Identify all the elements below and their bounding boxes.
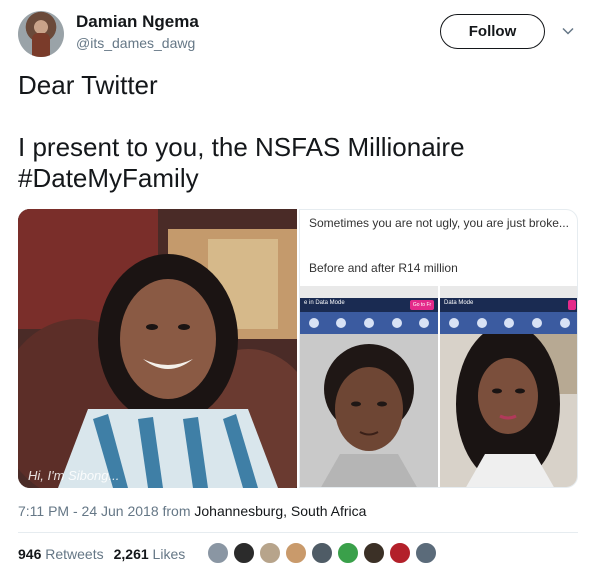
tweet-text: Dear Twitter I present to you, the NSFAS… xyxy=(18,70,578,194)
media-image-left[interactable] xyxy=(18,209,297,488)
user-handle[interactable]: @its_dames_dawg xyxy=(76,35,195,51)
woman-portrait-image xyxy=(18,209,297,488)
tweet-location[interactable]: Johannesburg, South Africa xyxy=(194,503,366,519)
before-face-image xyxy=(300,334,438,487)
tweet-text-line-1: Dear Twitter xyxy=(18,70,158,100)
tweet-text-line-2: I present to you, the NSFAS Millionaire … xyxy=(18,132,465,193)
chevron-down-icon[interactable] xyxy=(561,24,575,38)
tweet-stats: 946 Retweets 2,261 Likes xyxy=(18,546,185,562)
avatar[interactable] xyxy=(18,11,64,57)
avatar[interactable] xyxy=(363,542,385,564)
data-mode-label-2: Data Mode xyxy=(444,300,474,306)
tweet-time[interactable]: 7:11 PM - 24 Jun 2018 xyxy=(18,503,159,519)
avatar[interactable] xyxy=(233,542,255,564)
data-mode-label: e in Data Mode xyxy=(304,300,345,306)
display-name[interactable]: Damian Ngema xyxy=(76,12,199,32)
after-screenshot: Data Mode xyxy=(440,286,577,487)
media-image-right[interactable]: Sometimes you are not ugly, you are just… xyxy=(299,209,578,488)
before-screenshot: e in Data Mode Go to Fr xyxy=(300,286,438,487)
likes-stat[interactable]: 2,261 Likes xyxy=(114,546,186,562)
caption-top: Sometimes you are not ugly, you are just… xyxy=(309,216,569,230)
tweet-timestamp[interactable]: 7:11 PM - 24 Jun 2018 from Johannesburg,… xyxy=(18,503,366,519)
retweets-stat[interactable]: 946 Retweets xyxy=(18,546,104,562)
avatar[interactable] xyxy=(207,542,229,564)
video-subtitle: Hi, I'm Sibong... xyxy=(28,468,120,483)
follow-button[interactable]: Follow xyxy=(440,14,545,49)
go-to-free-badge: Go to Fr xyxy=(410,300,434,310)
caption-bottom: Before and after R14 million xyxy=(309,261,458,275)
liker-avatars xyxy=(207,542,441,564)
avatar[interactable] xyxy=(337,542,359,564)
avatar[interactable] xyxy=(311,542,333,564)
avatar[interactable] xyxy=(389,542,411,564)
avatar[interactable] xyxy=(259,542,281,564)
avatar[interactable] xyxy=(285,542,307,564)
avatar[interactable] xyxy=(415,542,437,564)
tweet: Damian Ngema @its_dames_dawg Follow Dear… xyxy=(0,0,590,575)
from-label: from xyxy=(162,503,191,519)
after-face-image xyxy=(440,334,577,487)
divider xyxy=(18,532,578,533)
